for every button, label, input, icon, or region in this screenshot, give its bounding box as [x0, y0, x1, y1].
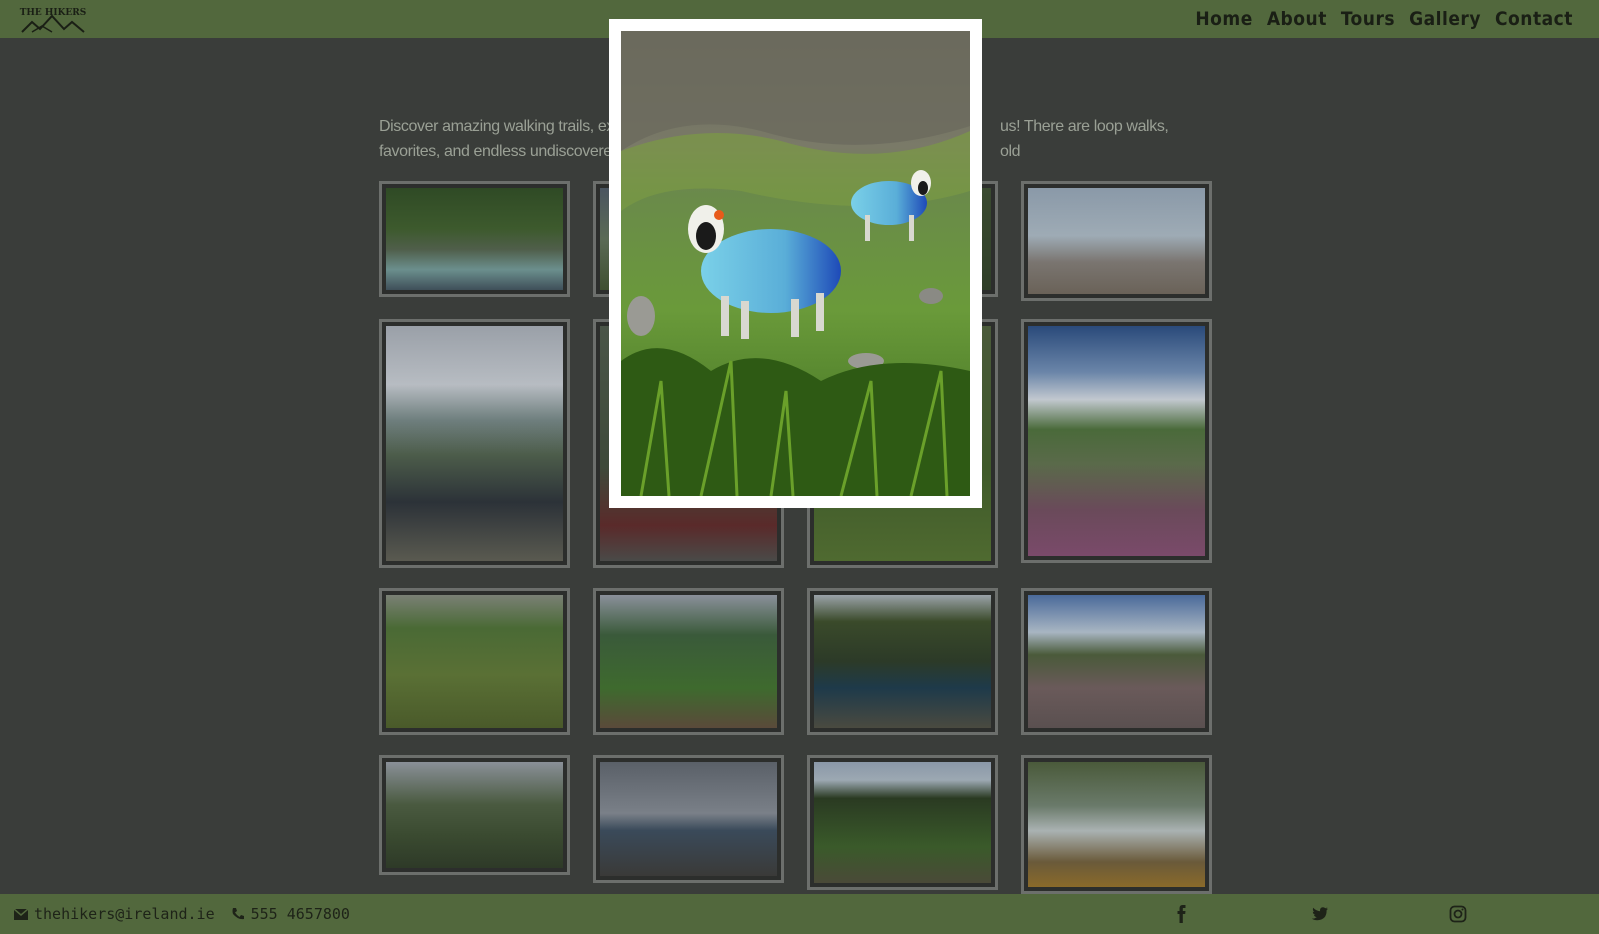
intro-line1-left: Discover amazing walking trails, exper	[379, 118, 636, 135]
gallery-thumb[interactable]	[379, 181, 570, 297]
gallery-thumb[interactable]	[807, 755, 998, 890]
lightbox-modal[interactable]	[609, 19, 982, 508]
phone-icon	[232, 908, 244, 920]
gallery-thumb[interactable]	[379, 755, 570, 875]
email-link[interactable]: thehikers@ireland.ie	[14, 905, 215, 923]
gallery-thumb[interactable]	[1021, 588, 1212, 735]
gallery-thumb[interactable]	[807, 588, 998, 735]
phone-text: 555 4657800	[250, 905, 350, 923]
main-nav: Home About Tours Gallery Contact	[1195, 0, 1573, 38]
sheep-photo-illustration	[621, 31, 970, 496]
nav-about[interactable]: About	[1267, 8, 1327, 30]
site-footer: thehikers@ireland.ie 555 4657800	[0, 894, 1599, 934]
instagram-icon[interactable]	[1448, 904, 1468, 924]
hikers-logo[interactable]: THE HIKERS	[18, 2, 88, 34]
twitter-icon[interactable]	[1310, 904, 1330, 924]
phone-link[interactable]: 555 4657800	[231, 905, 350, 923]
email-text: thehikers@ireland.ie	[34, 905, 215, 923]
footer-contact: thehikers@ireland.ie 555 4657800	[14, 894, 350, 934]
envelope-icon	[14, 908, 28, 920]
gallery-thumb[interactable]	[1021, 319, 1212, 563]
facebook-icon[interactable]	[1172, 904, 1192, 924]
gallery-thumb[interactable]	[1021, 755, 1212, 894]
mountain-logo-icon: THE HIKERS	[20, 8, 86, 33]
nav-gallery[interactable]: Gallery	[1409, 8, 1481, 30]
lightbox-photo[interactable]	[621, 31, 970, 496]
intro-line1-right: us! There are loop walks, old	[1000, 118, 1169, 160]
gallery-thumb[interactable]	[379, 319, 570, 568]
intro-line2-left: favorites, and endless undiscovered ar	[379, 143, 638, 160]
gallery-thumb[interactable]	[379, 588, 570, 735]
gallery-thumb[interactable]	[593, 755, 784, 883]
nav-tours[interactable]: Tours	[1341, 8, 1395, 30]
gallery-thumb[interactable]	[593, 588, 784, 735]
nav-contact[interactable]: Contact	[1495, 8, 1573, 30]
gallery-thumb[interactable]	[1021, 181, 1212, 301]
nav-home[interactable]: Home	[1195, 8, 1252, 30]
